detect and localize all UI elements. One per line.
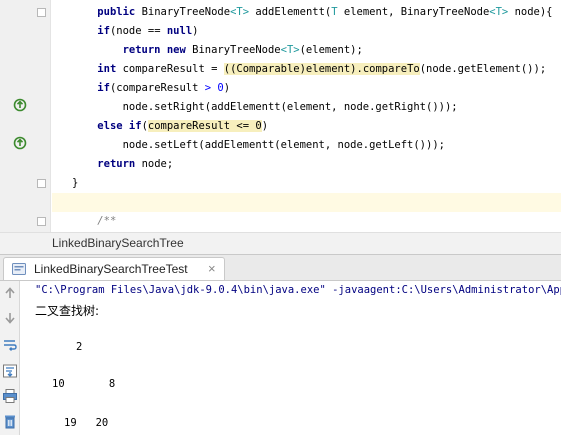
console-tree-line: 10 8 [52, 378, 116, 390]
trash-icon[interactable] [2, 413, 18, 429]
console-heading: 二叉查找树: [35, 304, 100, 318]
code-token: return [97, 158, 142, 170]
code-token: BinaryTreeNode [192, 44, 281, 56]
code-token: node){ [508, 6, 553, 18]
print-icon[interactable] [2, 388, 18, 404]
override-up-arrow-icon[interactable] [13, 136, 27, 150]
tab-run-configuration[interactable]: LinkedBinarySearchTreeTest × [3, 257, 225, 280]
code-token: return new [122, 44, 193, 56]
code-line[interactable]: return new BinaryTreeNode<T>(element); [52, 41, 561, 60]
run-config-icon [12, 263, 26, 275]
code-token: public [97, 6, 142, 18]
code-line[interactable]: node.setRight(addElementt(element, node.… [52, 98, 561, 117]
code-token: ( [141, 120, 148, 132]
code-token: (compareResult [109, 82, 205, 94]
code-token: addElementt( [249, 6, 332, 18]
breadcrumb[interactable]: LinkedBinarySearchTree [0, 232, 561, 254]
console-tree-line: 2 [76, 341, 83, 353]
code-token: if [97, 25, 110, 37]
code-token: element, BinaryTreeNode [337, 6, 490, 18]
code-token: node; [141, 158, 174, 170]
code-line[interactable]: else if(compareResult <= 0) [52, 117, 561, 136]
code-token: node.setLeft(addElementt(element, node.g… [72, 139, 445, 151]
console-toolbar [0, 281, 20, 435]
code-editor[interactable]: public BinaryTreeNode<T> addElementt(T e… [0, 0, 561, 232]
code-line[interactable]: } [52, 174, 561, 193]
code-token: > 0 [204, 82, 224, 94]
code-token: compareResult = [122, 63, 224, 75]
code-token: node.setRight(addElementt(element, node.… [72, 101, 458, 113]
code-token: int [97, 63, 123, 75]
code-line[interactable]: /** [52, 212, 561, 231]
code-token: ) [223, 82, 231, 94]
scroll-to-end-icon[interactable] [2, 363, 18, 379]
console-command-line: "C:\Program Files\Java\jdk-9.0.4\bin\jav… [35, 284, 561, 296]
fold-marker-icon[interactable] [37, 8, 46, 17]
console-tree-line: 19 20 [64, 417, 109, 429]
code-token: /** [97, 215, 117, 227]
fold-marker-icon[interactable] [37, 217, 46, 226]
arrow-down-icon[interactable] [2, 310, 18, 326]
code-token: ) [261, 120, 269, 132]
code-token: BinaryTreeNode [141, 6, 231, 18]
code-token: null [166, 25, 193, 37]
code-token: (node.getElement()); [419, 63, 547, 75]
code-line[interactable]: if(node == null) [52, 22, 561, 41]
override-up-arrow-icon[interactable] [13, 98, 27, 112]
code-token: else if [97, 120, 142, 132]
code-token: (element); [299, 44, 363, 56]
code-area[interactable]: public BinaryTreeNode<T> addElementt(T e… [52, 0, 561, 232]
code-line[interactable]: if(compareResult > 0) [52, 79, 561, 98]
code-token: compareResult <= 0 [147, 120, 262, 132]
code-token: ) [192, 25, 199, 37]
code-line[interactable]: public BinaryTreeNode<T> addElementt(T e… [52, 3, 561, 22]
code-token: <T> [230, 6, 250, 18]
code-line[interactable]: int compareResult = ((Comparable)element… [52, 60, 561, 79]
code-token: (node == [109, 25, 167, 37]
arrow-up-icon[interactable] [2, 285, 18, 301]
code-line[interactable] [52, 193, 561, 212]
code-token: <T> [489, 6, 509, 18]
code-line[interactable]: return node; [52, 155, 561, 174]
breadcrumb-class-label[interactable]: LinkedBinarySearchTree [52, 236, 184, 250]
fold-marker-icon[interactable] [37, 179, 46, 188]
code-line[interactable]: node.setLeft(addElementt(element, node.g… [52, 136, 561, 155]
console-output[interactable]: "C:\Program Files\Java\jdk-9.0.4\bin\jav… [21, 281, 561, 435]
editor-gutter[interactable] [0, 0, 51, 232]
run-tab-bar: LinkedBinarySearchTreeTest × [0, 254, 561, 281]
code-token: } [72, 177, 79, 189]
code-token: if [97, 82, 110, 94]
soft-wrap-icon[interactable] [2, 337, 18, 353]
code-token: ((Comparable)element).compareTo [223, 63, 420, 75]
tab-label: LinkedBinarySearchTreeTest [34, 262, 188, 276]
close-icon[interactable]: × [208, 261, 216, 276]
code-token: <T> [280, 44, 300, 56]
